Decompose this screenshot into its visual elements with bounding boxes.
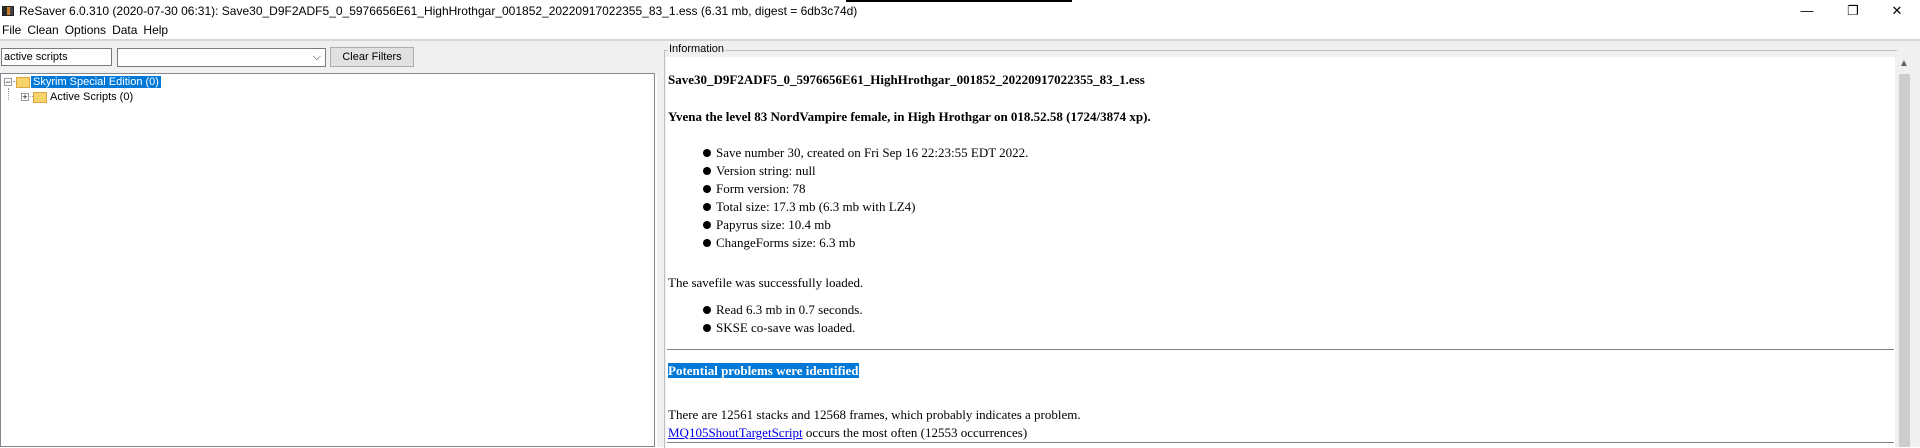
list-item: Read 6.3 mb in 0.7 seconds. — [703, 302, 863, 318]
load-status-text: The savefile was successfully loaded. — [668, 275, 864, 290]
character-summary: Yvena the level 83 NordVampire female, i… — [668, 109, 1151, 124]
expand-icon[interactable]: + — [21, 93, 29, 102]
list-item: Total size: 17.3 mb (6.3 mb with LZ4) — [703, 199, 915, 215]
close-button[interactable]: ✕ — [1874, 0, 1920, 21]
bullet-icon — [703, 203, 711, 211]
collapse-icon[interactable]: − — [4, 78, 12, 87]
title-underline-decoration — [846, 0, 1072, 2]
filter-combo[interactable]: ⌵ — [117, 48, 326, 67]
occurrence-text: MQ105ShoutTargetScript occurs the most o… — [668, 425, 1028, 440]
list-item: Version string: null — [703, 163, 816, 179]
tree-node-label: Skyrim Special Edition (0) — [31, 76, 161, 88]
save-filename: Save30_D9F2ADF5_0_5976656E61_HighHrothga… — [668, 72, 1145, 87]
script-link[interactable]: MQ105ShoutTargetScript — [668, 425, 803, 440]
clear-filters-button[interactable]: Clear Filters — [330, 47, 414, 67]
app-icon — [2, 5, 14, 16]
list-item: ChangeForms size: 6.3 mb — [703, 235, 855, 251]
menu-options[interactable]: Options — [65, 23, 110, 37]
filter-search-input[interactable] — [1, 48, 112, 66]
bullet-icon — [703, 221, 711, 229]
section-divider — [667, 349, 1894, 350]
menu-help[interactable]: Help — [143, 23, 172, 37]
title-bar: ReSaver 6.0.310 (2020-07-30 06:31): Save… — [0, 0, 1920, 21]
list-item: Form version: 78 — [703, 181, 806, 197]
restore-button[interactable]: ❐ — [1830, 0, 1876, 21]
information-group-label: Information — [668, 43, 726, 55]
minimize-icon: — — [1800, 3, 1814, 18]
menu-bar: File Clean Options Data Help — [0, 21, 1920, 39]
tree-node-root[interactable]: − Skyrim Special Edition (0) — [4, 75, 161, 89]
restore-icon: ❐ — [1847, 2, 1859, 18]
chevron-down-icon: ⌵ — [312, 51, 321, 63]
save-tree[interactable] — [0, 73, 655, 447]
tree-node-active-scripts[interactable]: + Active Scripts (0) — [21, 90, 135, 104]
folder-icon — [16, 76, 30, 88]
close-icon: ✕ — [1891, 2, 1903, 18]
bullet-icon — [703, 167, 711, 175]
list-item: Papyrus size: 10.4 mb — [703, 217, 831, 233]
stacks-warning-text: There are 12561 stacks and 12568 frames,… — [668, 407, 1081, 422]
list-item: SKSE co-save was loaded. — [703, 320, 855, 336]
menu-clean[interactable]: Clean — [27, 23, 62, 37]
problems-heading: Potential problems were identified — [668, 363, 859, 378]
bullet-icon — [703, 324, 711, 332]
information-panel: Save30_D9F2ADF5_0_5976656E61_HighHrothga… — [666, 57, 1895, 447]
scroll-thumb[interactable] — [1899, 74, 1910, 447]
menu-data[interactable]: Data — [112, 23, 141, 37]
list-item: Save number 30, created on Fri Sep 16 22… — [703, 145, 1028, 161]
scroll-up-icon[interactable]: ▲ — [1899, 58, 1909, 69]
folder-icon — [33, 91, 47, 103]
section-divider — [667, 442, 1894, 443]
tree-node-label: Active Scripts (0) — [50, 91, 134, 103]
bullet-icon — [703, 149, 711, 157]
bullet-icon — [703, 185, 711, 193]
window-title: ReSaver 6.0.310 (2020-07-30 06:31): Save… — [19, 3, 858, 18]
bullet-icon — [703, 306, 711, 314]
minimize-button[interactable]: — — [1784, 0, 1830, 21]
tree-guide-line — [8, 88, 9, 100]
menu-file[interactable]: File — [2, 23, 25, 37]
bullet-icon — [703, 239, 711, 247]
